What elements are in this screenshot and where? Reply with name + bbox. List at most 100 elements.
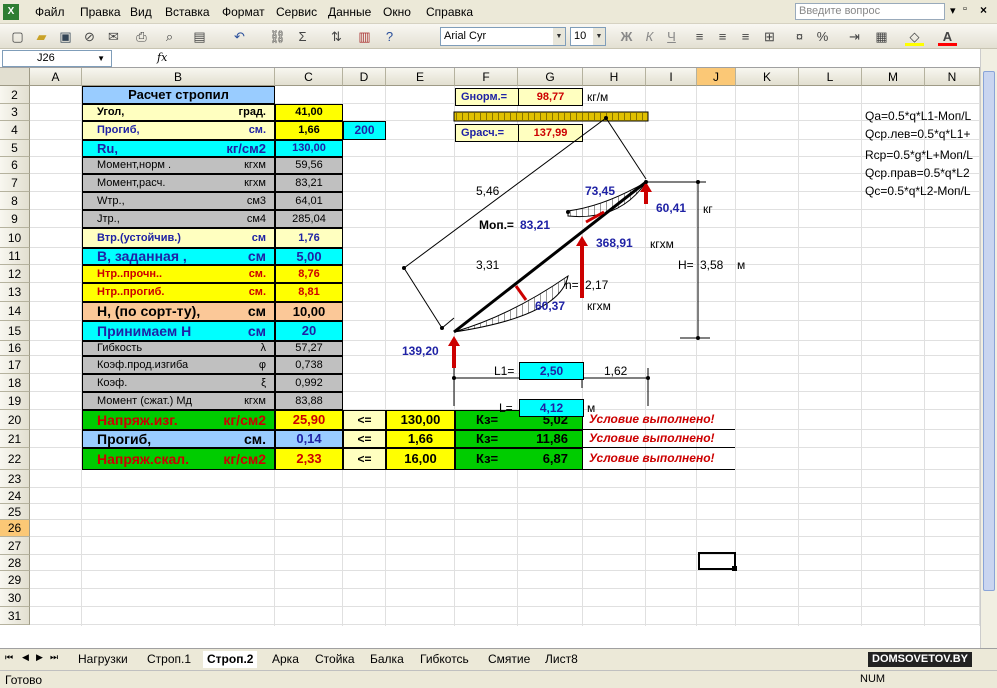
column-header[interactable]: I [646,68,697,86]
row-header[interactable]: 13 [0,283,30,302]
fill-handle[interactable] [732,566,737,571]
row-label-19[interactable]: Момент (сжат.) Мд кгхм [82,392,275,410]
tab-strop1[interactable]: Строп.1 [147,651,191,668]
menu-file[interactable]: Файл [35,5,65,19]
row-header[interactable]: 31 [0,607,30,625]
value-cell-5[interactable]: 130,00 [275,140,343,157]
tab-strop2[interactable]: Строп.2 [203,651,258,668]
open-icon[interactable]: ▰ [32,27,51,46]
L1-value[interactable]: 2,50 [519,362,584,380]
preview-icon[interactable]: ⌕ [160,27,179,46]
value-cell-9[interactable]: 285,04 [275,210,343,228]
row-header[interactable]: 20 [0,410,30,430]
column-header[interactable]: C [275,68,343,86]
align-right-icon[interactable]: ≡ [736,27,755,46]
percent-icon[interactable]: % [813,27,832,46]
row-header[interactable]: 8 [0,192,30,210]
size-select[interactable]: 10 ▼ [570,27,606,46]
limit-cell-r20[interactable]: 130,00 [386,410,455,430]
undo-icon[interactable]: ↶ [230,27,249,46]
column-header[interactable]: K [736,68,799,86]
email-icon[interactable]: ✉ [104,27,123,46]
menu-data[interactable]: Данные [328,5,371,19]
value-cell-12[interactable]: 8,76 [275,265,343,283]
tab-smyatie[interactable]: Смятие [488,651,530,668]
row-header[interactable]: 4 [0,121,30,140]
formula-input[interactable] [175,50,975,67]
row-header[interactable]: 17 [0,356,30,374]
row-header[interactable]: 5 [0,140,30,157]
hyperlink-icon[interactable]: ⛓ [268,27,287,46]
value-cell-15[interactable]: 20 [275,321,343,341]
tab-nagruzki[interactable]: Нагрузки [78,651,128,668]
row-label-15[interactable]: Принимаем Н см [82,321,275,341]
tab-nav-last-icon[interactable]: ⏭ [50,652,58,663]
column-header[interactable]: A [30,68,82,86]
align-center-icon[interactable]: ≡ [713,27,732,46]
row-header[interactable]: 19 [0,392,30,410]
value-cell-20[interactable]: 25,90 [275,410,343,430]
row-label-13[interactable]: Нтр..прогиб. см. [82,283,275,302]
value-cell-22[interactable]: 2,33 [275,448,343,470]
menu-view[interactable]: Вид [130,5,152,19]
restore-icon[interactable]: ▫ [963,3,967,15]
excel-icon[interactable]: X [3,4,19,20]
active-cell-cursor[interactable] [698,552,736,570]
close-icon[interactable]: × [980,3,987,17]
borders-icon[interactable]: ▦ [872,27,891,46]
op-cell-r22[interactable]: <= [343,448,386,470]
row-label-6[interactable]: Момент,норм . кгхм [82,157,275,174]
gnorm-label[interactable]: Gнорм.= [455,88,519,106]
row-header[interactable]: 29 [0,571,30,589]
row-header[interactable]: 15 [0,321,30,341]
row-header[interactable]: 25 [0,504,30,520]
tab-balka[interactable]: Балка [370,651,404,668]
save-icon[interactable]: ▣ [56,27,75,46]
row-label-4[interactable]: Прогиб, см. [82,121,275,140]
status-message-r20[interactable]: Условие выполнено! [583,410,735,430]
scroll-thumb[interactable] [983,71,995,591]
row-header[interactable]: 9 [0,210,30,228]
print-icon[interactable]: ⎙ [132,27,151,46]
row-header[interactable]: 26 [0,520,30,537]
op-cell-r20[interactable]: <= [343,410,386,430]
column-header[interactable]: F [455,68,518,86]
row-header[interactable]: 12 [0,265,30,283]
chart-icon[interactable]: ▥ [355,27,374,46]
limit-cell-r22[interactable]: 16,00 [386,448,455,470]
gnorm-value[interactable]: 98,77 [518,88,583,106]
value-cell-21[interactable]: 0,14 [275,430,343,448]
indent-icon[interactable]: ⇥ [845,27,864,46]
value-cell-14[interactable]: 10,00 [275,302,343,321]
merge-icon[interactable]: ⊞ [760,27,779,46]
name-box[interactable]: J26 ▼ [2,50,112,67]
menu-edit[interactable]: Правка [80,5,121,19]
row-label-17[interactable]: Коэф.прод.изгиба φ [82,356,275,374]
font-color-icon[interactable]: A [938,27,957,46]
row-header[interactable]: 14 [0,302,30,321]
column-header[interactable]: N [925,68,980,86]
limit-cell-r21[interactable]: 1,66 [386,430,455,448]
menu-tools[interactable]: Сервис [276,5,317,19]
autosum-icon[interactable]: Σ [293,27,312,46]
row-header[interactable]: 24 [0,488,30,504]
align-left-icon[interactable]: ≡ [690,27,709,46]
column-header[interactable]: H [583,68,646,86]
column-header[interactable]: D [343,68,386,86]
vertical-scrollbar[interactable] [980,49,997,648]
value-cell-16[interactable]: 57,27 [275,341,343,356]
value-cell-17[interactable]: 0,738 [275,356,343,374]
font-select[interactable]: Arial Cyr ▼ [440,27,566,46]
menu-format[interactable]: Формат [222,5,265,19]
row-label-11[interactable]: В, заданная , см [82,248,275,265]
k-cell-r22[interactable]: Кз= 6,87 [455,448,583,470]
row-label-10[interactable]: Втр.(устойчив.) см [82,228,275,248]
row-header[interactable]: 18 [0,374,30,392]
worksheet-grid[interactable]: ABCDEFGHIJKLMN 2 3 4 5 6 7 8 9 10 11 12 13 14 15 16 17 1… [0,68,980,648]
L-value[interactable]: 4,12 [519,399,584,417]
select-all-corner[interactable] [0,68,30,86]
paste-icon[interactable]: ▤ [190,27,209,46]
row-label-16[interactable]: Гибкость λ [82,341,275,356]
help-search-input[interactable]: Введите вопрос [795,3,945,20]
column-header[interactable]: J [697,68,736,86]
